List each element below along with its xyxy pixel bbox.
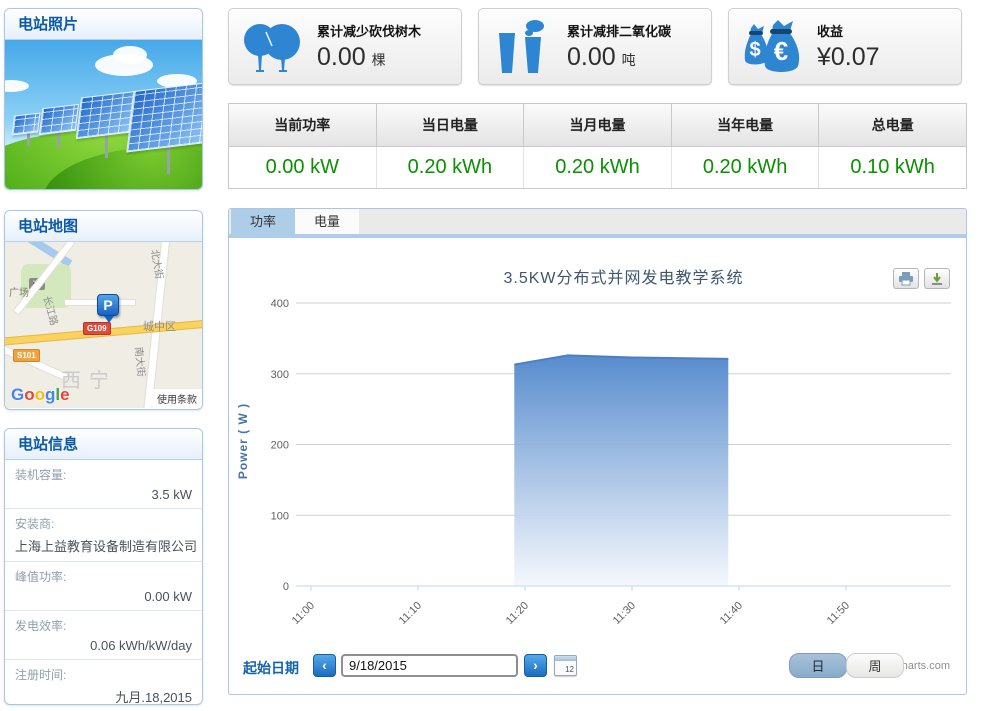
- map-panel: 电站地图 📷 G109 S101 长江路 北大街 城中区 南大街 广场 西宁 P…: [4, 210, 203, 410]
- panel-leg: [105, 132, 108, 158]
- google-map[interactable]: 📷 G109 S101 长江路 北大街 城中区 南大街 广场 西宁 P Goog…: [5, 242, 202, 408]
- stats-value: 0.10 kWh: [819, 147, 966, 188]
- stats-header: 当月电量: [524, 104, 672, 147]
- svg-text:11:00: 11:00: [290, 600, 317, 627]
- road-badge-s101: S101: [13, 349, 40, 362]
- next-date-button[interactable]: ›: [524, 654, 547, 677]
- info-row: 峰值功率: 0.00 kW: [5, 562, 202, 611]
- calendar-day: 12: [565, 665, 574, 674]
- card-title: 累计减少砍伐树木: [317, 21, 421, 40]
- panel-leg: [27, 132, 30, 146]
- chart-controls: 起始日期 ‹ › 12 Highcharts.com 日 周: [241, 653, 954, 679]
- tab-energy[interactable]: 电量: [295, 209, 359, 234]
- stats-header: 当日电量: [377, 104, 525, 147]
- date-input[interactable]: [341, 654, 518, 677]
- map-label-chengzhong-district: 城中区: [143, 318, 176, 334]
- svg-text:€: €: [774, 36, 788, 66]
- svg-text:11:50: 11:50: [825, 600, 852, 627]
- info-label: 峰值功率:: [15, 568, 192, 585]
- solar-panel: [39, 104, 79, 135]
- card-value: 0.00: [567, 43, 616, 71]
- card-unit: 棵: [372, 52, 386, 68]
- stats-header: 当年电量: [672, 104, 820, 147]
- chart-panel: 功率 电量 3.5KW分布式并网发电教学系统 Power ( W ) 01002…: [228, 208, 967, 695]
- svg-text:300: 300: [271, 369, 289, 381]
- start-date-label: 起始日期: [243, 658, 299, 678]
- cloud-shape: [113, 46, 147, 64]
- map-marker[interactable]: P: [97, 294, 119, 316]
- photo-panel-title: 电站照片: [5, 9, 202, 40]
- solar-panel: [126, 81, 202, 152]
- info-label: 发电效率:: [15, 617, 192, 634]
- stats-table: 当前功率 当日电量 当月电量 当年电量 总电量 0.00 kW 0.20 kWh…: [228, 103, 967, 189]
- card-title: 收益: [817, 21, 886, 40]
- prev-date-button[interactable]: ‹: [313, 654, 336, 677]
- day-range-button[interactable]: 日: [789, 653, 847, 678]
- info-row: 注册时间: 九月.18,2015: [5, 660, 202, 705]
- download-button[interactable]: [924, 268, 950, 289]
- info-panel-title: 电站信息: [5, 429, 202, 460]
- google-logo: Google: [11, 385, 70, 405]
- solar-panel: [76, 91, 137, 139]
- svg-text:11:30: 11:30: [611, 600, 638, 627]
- stats-value: 0.20 kWh: [377, 147, 525, 188]
- card-value: ¥0.07: [817, 43, 880, 71]
- info-label: 注册时间:: [15, 666, 192, 683]
- info-label: 安装商:: [15, 515, 192, 532]
- photo-panel: 电站照片: [4, 8, 203, 190]
- cloud-shape: [5, 80, 29, 92]
- info-row: 安装商: 上海上益教育设备制造有限公司: [5, 509, 202, 562]
- card-value: 0.00: [317, 43, 366, 71]
- main-content: 累计减少砍伐树木 0.00 棵 累计减排二氧化碳 0.00 吨 $: [228, 0, 968, 711]
- summary-card-trees: 累计减少砍伐树木 0.00 棵: [228, 8, 462, 85]
- info-value: 3.5 kW: [15, 487, 192, 502]
- svg-text:0: 0: [283, 581, 289, 593]
- print-button[interactable]: [893, 268, 919, 289]
- card-title: 累计减排二氧化碳: [567, 21, 671, 40]
- svg-text:11:10: 11:10: [397, 600, 424, 627]
- info-row: 装机容量: 3.5 kW: [5, 460, 202, 509]
- stats-value: 0.00 kW: [229, 147, 377, 188]
- svg-text:11:20: 11:20: [504, 600, 531, 627]
- left-sidebar: 电站照片 电站地图 📷: [4, 8, 203, 708]
- station-photo: [5, 40, 202, 189]
- chart-tabbar: 功率 电量: [229, 209, 966, 234]
- money-bags-icon: $ €: [729, 18, 817, 76]
- summary-card-co2: 累计减排二氧化碳 0.00 吨: [478, 8, 712, 85]
- info-panel: 电站信息 装机容量: 3.5 kW 安装商: 上海上益教育设备制造有限公司 峰值功率…: [4, 428, 203, 705]
- svg-text:$: $: [749, 39, 760, 61]
- summary-card-revenue: $ € 收益 ¥0.07: [728, 8, 962, 85]
- tab-power[interactable]: 功率: [231, 209, 295, 234]
- power-area-chart: 0 100 200 300 400 11:00 11:10 11:20 11:30 11:40 11…: [229, 238, 967, 638]
- stats-header: 当前功率: [229, 104, 377, 147]
- info-value: 九月.18,2015: [15, 687, 192, 705]
- svg-text:11:40: 11:40: [718, 600, 745, 627]
- stats-header-row: 当前功率 当日电量 当月电量 当年电量 总电量: [229, 104, 966, 147]
- map-terms-link[interactable]: 使用条款: [152, 389, 202, 408]
- svg-text:100: 100: [271, 510, 289, 522]
- svg-text:400: 400: [271, 298, 289, 310]
- stats-header: 总电量: [819, 104, 966, 147]
- info-row: 发电效率: 0.06 kWh/kW/day: [5, 611, 202, 660]
- card-unit: 吨: [622, 52, 636, 68]
- info-value: 0.00 kW: [15, 589, 192, 604]
- trees-icon: [229, 20, 317, 74]
- info-label: 装机容量:: [15, 466, 192, 483]
- co2-towers-icon: [479, 19, 567, 75]
- chart-area: 3.5KW分布式并网发电教学系统 Power ( W ) 01002003004…: [229, 238, 966, 695]
- week-range-button[interactable]: 周: [846, 653, 904, 678]
- map-label-square: 广场: [9, 284, 29, 299]
- svg-text:200: 200: [271, 440, 289, 452]
- stats-value: 0.20 kWh: [524, 147, 672, 188]
- stats-value: 0.20 kWh: [672, 147, 820, 188]
- solar-panel: [11, 112, 40, 135]
- map-label-nanda-street: 南大街: [132, 346, 150, 377]
- stats-value-row: 0.00 kW 0.20 kWh 0.20 kWh 0.20 kWh 0.10 …: [229, 147, 966, 188]
- info-value: 上海上益教育设备制造有限公司: [15, 536, 192, 555]
- calendar-icon[interactable]: 12: [554, 655, 577, 676]
- info-value: 0.06 kWh/kW/day: [15, 638, 192, 653]
- map-panel-title: 电站地图: [5, 211, 202, 242]
